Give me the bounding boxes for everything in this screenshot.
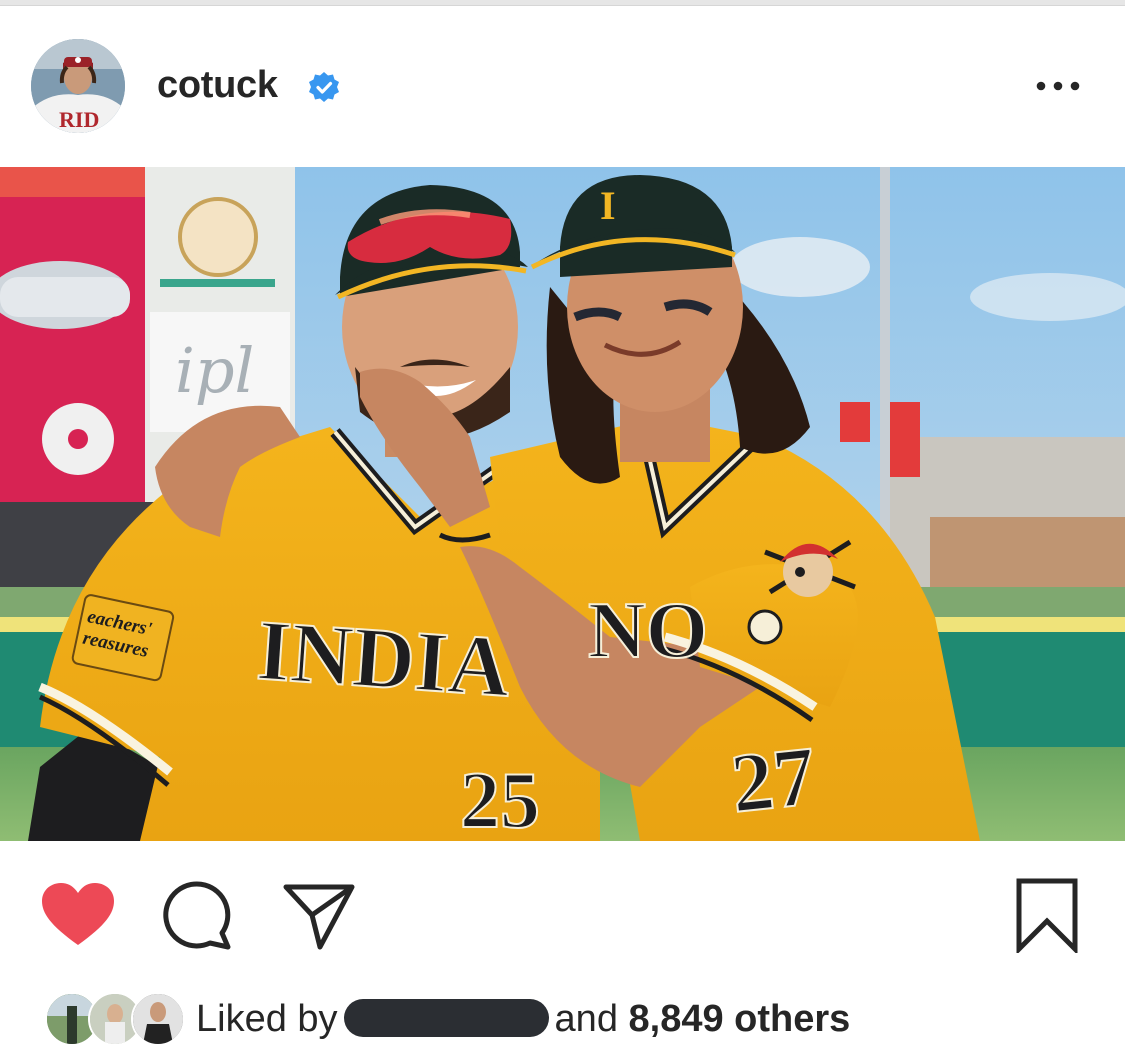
jersey-text-right: NO xyxy=(588,587,708,675)
username[interactable]: cotuck xyxy=(157,64,278,107)
bookmark-icon[interactable] xyxy=(1014,877,1080,956)
jersey-number-left: 25 xyxy=(460,757,540,841)
paper-plane-icon[interactable] xyxy=(282,881,356,951)
banner-ipl-text: ipl xyxy=(175,334,254,407)
liker-avatars[interactable] xyxy=(45,992,185,1046)
liked-by-label: Liked by xyxy=(196,998,338,1040)
likes-summary: Liked by and 8,849 others xyxy=(196,998,850,1041)
action-bar xyxy=(0,841,1125,981)
avatar[interactable]: RID xyxy=(31,39,125,133)
more-horizontal-icon[interactable] xyxy=(1034,76,1082,96)
heart-filled-icon[interactable] xyxy=(40,881,116,949)
and-label: and xyxy=(554,998,618,1040)
jersey-text-left: INDIA xyxy=(254,602,513,715)
svg-text:I: I xyxy=(600,183,616,228)
comment-icon[interactable] xyxy=(162,881,234,951)
likes-row: Liked by and 8,849 others xyxy=(0,984,1125,1054)
post-header: RID cotuck xyxy=(0,6,1125,166)
jersey-number-right: 27 xyxy=(727,730,820,831)
verified-badge-icon xyxy=(307,71,341,105)
post-photo[interactable]: ipl eachers' reasures INDIA 25 NO 27 I xyxy=(0,167,1125,841)
redacted-username[interactable] xyxy=(343,999,549,1037)
svg-text:RID: RID xyxy=(59,107,99,132)
likes-count[interactable]: 8,849 others xyxy=(629,998,851,1040)
avatar[interactable] xyxy=(131,992,185,1046)
